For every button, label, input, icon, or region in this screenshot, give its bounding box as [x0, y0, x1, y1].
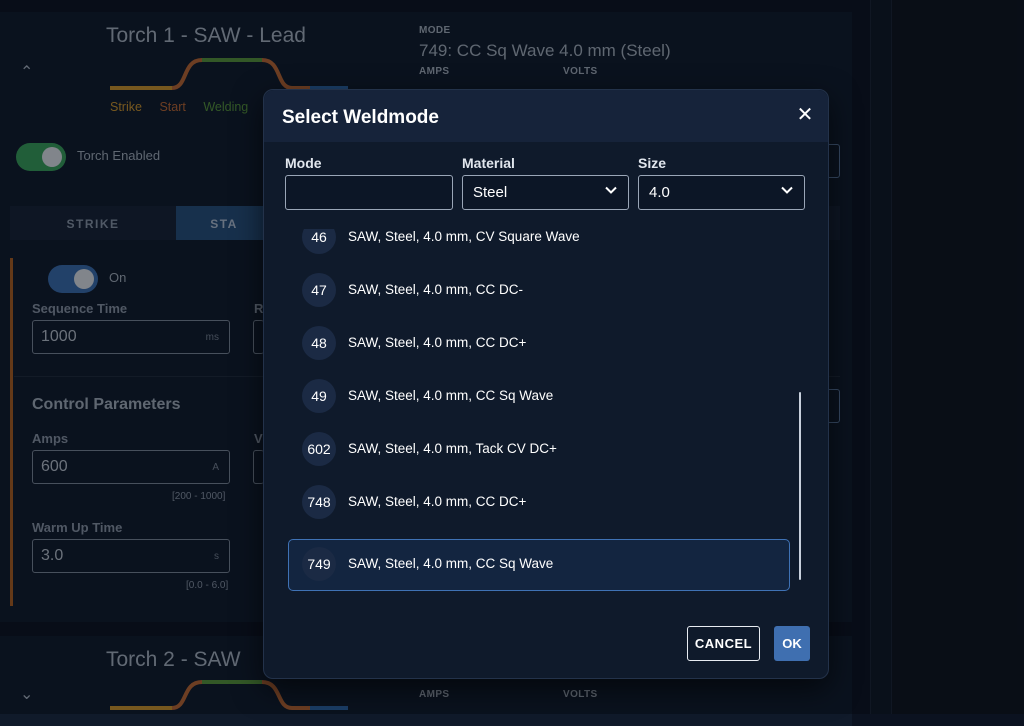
weldmode-number: 602 — [302, 432, 336, 466]
weldmode-description: SAW, Steel, 4.0 mm, CC DC- — [348, 282, 524, 297]
list-item[interactable]: 748 SAW, Steel, 4.0 mm, CC DC+ — [288, 477, 788, 527]
weldmode-number: 748 — [302, 485, 336, 519]
weldmode-description: SAW, Steel, 4.0 mm, CC DC+ — [348, 335, 527, 350]
size-filter-label: Size — [638, 155, 667, 171]
list-item[interactable]: 46 SAW, Steel, 4.0 mm, CV Square Wave — [288, 229, 788, 262]
weldmode-description: SAW, Steel, 4.0 mm, CC Sq Wave — [348, 556, 554, 571]
list-item-selected[interactable]: 749 SAW, Steel, 4.0 mm, CC Sq Wave — [288, 539, 790, 591]
weldmode-description: SAW, Steel, 4.0 mm, CC Sq Wave — [348, 388, 554, 403]
list-item[interactable]: 48 SAW, Steel, 4.0 mm, CC DC+ — [288, 318, 788, 368]
mode-filter-label: Mode — [285, 155, 322, 171]
list-item[interactable]: 47 SAW, Steel, 4.0 mm, CC DC- — [288, 265, 788, 315]
cancel-button[interactable]: CANCEL — [687, 626, 760, 661]
weldmode-description: SAW, Steel, 4.0 mm, Tack CV DC+ — [348, 441, 557, 456]
list-item[interactable]: 49 SAW, Steel, 4.0 mm, CC Sq Wave — [288, 371, 788, 421]
size-select[interactable]: 4.0 — [638, 175, 805, 210]
weldmode-number: 749 — [302, 547, 336, 581]
weldmode-number: 46 — [302, 229, 336, 254]
list-scrollbar[interactable] — [799, 392, 801, 580]
close-icon[interactable]: ✕ — [794, 104, 816, 126]
size-select-value: 4.0 — [649, 184, 670, 201]
mode-filter-input[interactable] — [285, 175, 453, 210]
weldmode-number: 47 — [302, 273, 336, 307]
weldmode-description: SAW, Steel, 4.0 mm, CC DC+ — [348, 494, 527, 509]
select-weldmode-dialog: Select Weldmode ✕ Mode Material Steel Si… — [263, 89, 829, 679]
chevron-down-icon — [781, 186, 793, 194]
dialog-title: Select Weldmode — [282, 107, 439, 128]
weldmode-list: 46 SAW, Steel, 4.0 mm, CV Square Wave 47… — [288, 229, 808, 599]
material-select[interactable]: Steel — [462, 175, 629, 210]
ok-button[interactable]: OK — [774, 626, 810, 661]
list-item[interactable]: 602 SAW, Steel, 4.0 mm, Tack CV DC+ — [288, 424, 788, 474]
dialog-header: Select Weldmode ✕ — [264, 90, 828, 142]
material-select-value: Steel — [473, 184, 508, 201]
weldmode-number: 49 — [302, 379, 336, 413]
material-filter-label: Material — [462, 155, 515, 171]
weldmode-description: SAW, Steel, 4.0 mm, CV Square Wave — [348, 229, 580, 244]
weldmode-number: 48 — [302, 326, 336, 360]
chevron-down-icon — [605, 186, 617, 194]
